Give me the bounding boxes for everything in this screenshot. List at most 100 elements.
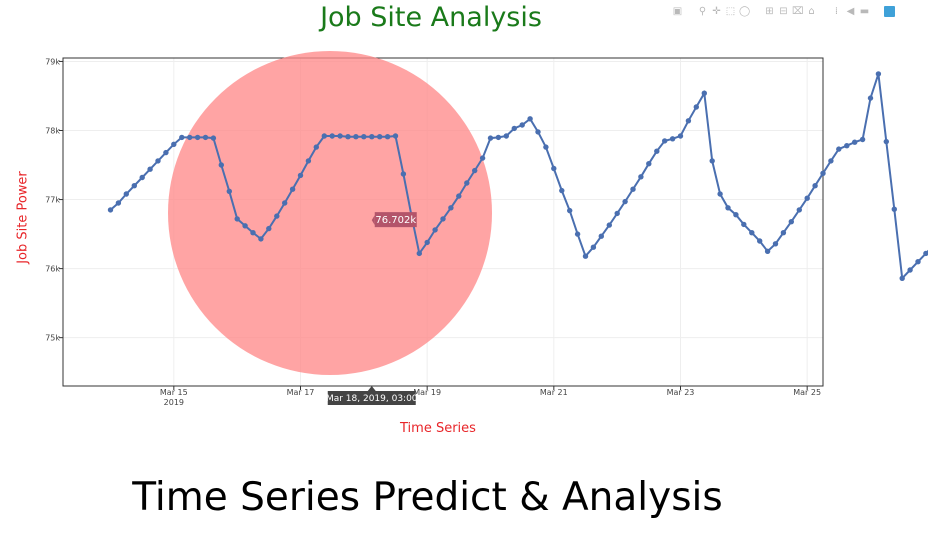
data-point[interactable] bbox=[709, 158, 715, 164]
data-point[interactable] bbox=[638, 174, 644, 180]
data-point[interactable] bbox=[567, 207, 573, 214]
data-point[interactable] bbox=[321, 133, 327, 139]
data-point[interactable] bbox=[852, 139, 858, 145]
data-point[interactable] bbox=[171, 141, 177, 147]
data-point[interactable] bbox=[487, 135, 494, 141]
data-point[interactable] bbox=[107, 207, 114, 213]
data-point[interactable] bbox=[155, 158, 161, 164]
data-point[interactable] bbox=[258, 236, 264, 242]
data-point[interactable] bbox=[274, 213, 280, 219]
data-point[interactable] bbox=[867, 95, 874, 101]
data-point[interactable] bbox=[527, 116, 533, 122]
data-point[interactable] bbox=[424, 239, 430, 246]
data-point[interactable] bbox=[844, 143, 850, 149]
data-point[interactable] bbox=[337, 133, 343, 139]
data-point[interactable] bbox=[440, 216, 446, 222]
data-point[interactable] bbox=[677, 133, 684, 139]
data-point[interactable] bbox=[630, 186, 636, 192]
data-point[interactable] bbox=[875, 71, 882, 77]
data-point[interactable] bbox=[179, 134, 185, 141]
data-point[interactable] bbox=[282, 200, 288, 206]
data-point[interactable] bbox=[472, 167, 478, 174]
data-point[interactable] bbox=[289, 186, 296, 192]
data-point[interactable] bbox=[266, 225, 272, 232]
data-point[interactable] bbox=[147, 166, 153, 172]
data-point[interactable] bbox=[733, 212, 739, 218]
data-point[interactable] bbox=[464, 180, 470, 186]
data-point[interactable] bbox=[859, 136, 866, 143]
data-point[interactable] bbox=[313, 144, 319, 150]
data-point[interactable] bbox=[899, 275, 905, 281]
data-point[interactable] bbox=[796, 207, 802, 213]
data-point[interactable] bbox=[416, 250, 422, 257]
data-point[interactable] bbox=[226, 188, 232, 194]
chart-plot[interactable]: 75k76k77k78k79k Mar 152019Mar 17 Mar 19 Ma… bbox=[0, 0, 928, 545]
data-point[interactable] bbox=[234, 216, 240, 222]
data-point[interactable] bbox=[353, 134, 359, 140]
data-point[interactable] bbox=[646, 161, 652, 167]
data-point[interactable] bbox=[519, 122, 525, 128]
data-point[interactable] bbox=[448, 205, 454, 211]
data-point[interactable] bbox=[495, 134, 502, 141]
data-point[interactable] bbox=[361, 134, 367, 140]
data-point[interactable] bbox=[139, 174, 145, 181]
data-point[interactable] bbox=[606, 222, 612, 228]
data-point[interactable] bbox=[479, 155, 486, 161]
data-point[interactable] bbox=[559, 187, 565, 194]
data-point[interactable] bbox=[123, 191, 129, 197]
data-point[interactable] bbox=[836, 146, 842, 152]
data-point[interactable] bbox=[907, 267, 913, 273]
data-point[interactable] bbox=[250, 230, 256, 236]
data-point[interactable] bbox=[345, 134, 351, 140]
data-point[interactable] bbox=[369, 134, 375, 140]
data-point[interactable] bbox=[669, 136, 676, 142]
data-point[interactable] bbox=[804, 195, 810, 201]
data-point[interactable] bbox=[131, 183, 137, 189]
data-point[interactable] bbox=[503, 133, 509, 139]
data-point[interactable] bbox=[741, 221, 747, 228]
data-point[interactable] bbox=[329, 133, 335, 139]
data-point[interactable] bbox=[543, 144, 549, 150]
data-point[interactable] bbox=[757, 238, 763, 244]
data-point[interactable] bbox=[210, 135, 217, 141]
data-point[interactable] bbox=[820, 170, 826, 176]
data-point[interactable] bbox=[662, 138, 668, 144]
data-point[interactable] bbox=[764, 248, 771, 254]
data-point[interactable] bbox=[392, 133, 399, 139]
data-point[interactable] bbox=[828, 158, 834, 164]
data-point[interactable] bbox=[701, 90, 707, 96]
data-point[interactable] bbox=[622, 198, 628, 205]
data-point[interactable] bbox=[614, 210, 620, 217]
data-point[interactable] bbox=[574, 231, 581, 237]
data-point[interactable] bbox=[163, 149, 169, 156]
data-point[interactable] bbox=[693, 104, 699, 110]
data-point[interactable] bbox=[400, 171, 407, 177]
data-point[interactable] bbox=[812, 183, 818, 189]
data-point[interactable] bbox=[511, 125, 517, 132]
data-point[interactable] bbox=[717, 191, 723, 197]
data-point[interactable] bbox=[218, 162, 224, 168]
data-point[interactable] bbox=[194, 134, 201, 141]
data-point[interactable] bbox=[780, 230, 787, 236]
data-point[interactable] bbox=[202, 134, 209, 141]
data-point[interactable] bbox=[590, 244, 597, 250]
data-point[interactable] bbox=[915, 259, 921, 265]
data-point[interactable] bbox=[788, 219, 794, 225]
data-point[interactable] bbox=[305, 158, 312, 164]
data-point[interactable] bbox=[242, 223, 248, 229]
data-point[interactable] bbox=[377, 134, 383, 140]
data-point[interactable] bbox=[654, 148, 660, 154]
data-point[interactable] bbox=[432, 227, 438, 233]
data-point[interactable] bbox=[582, 253, 589, 259]
data-point[interactable] bbox=[115, 200, 122, 206]
data-point[interactable] bbox=[891, 206, 897, 212]
data-point[interactable] bbox=[297, 172, 304, 179]
data-point[interactable] bbox=[551, 165, 557, 172]
data-point[interactable] bbox=[598, 233, 604, 239]
data-point[interactable] bbox=[384, 134, 391, 140]
data-point[interactable] bbox=[725, 205, 731, 211]
data-point[interactable] bbox=[749, 230, 755, 236]
data-point[interactable] bbox=[883, 138, 889, 145]
data-point[interactable] bbox=[685, 118, 692, 124]
data-point[interactable] bbox=[187, 134, 193, 141]
